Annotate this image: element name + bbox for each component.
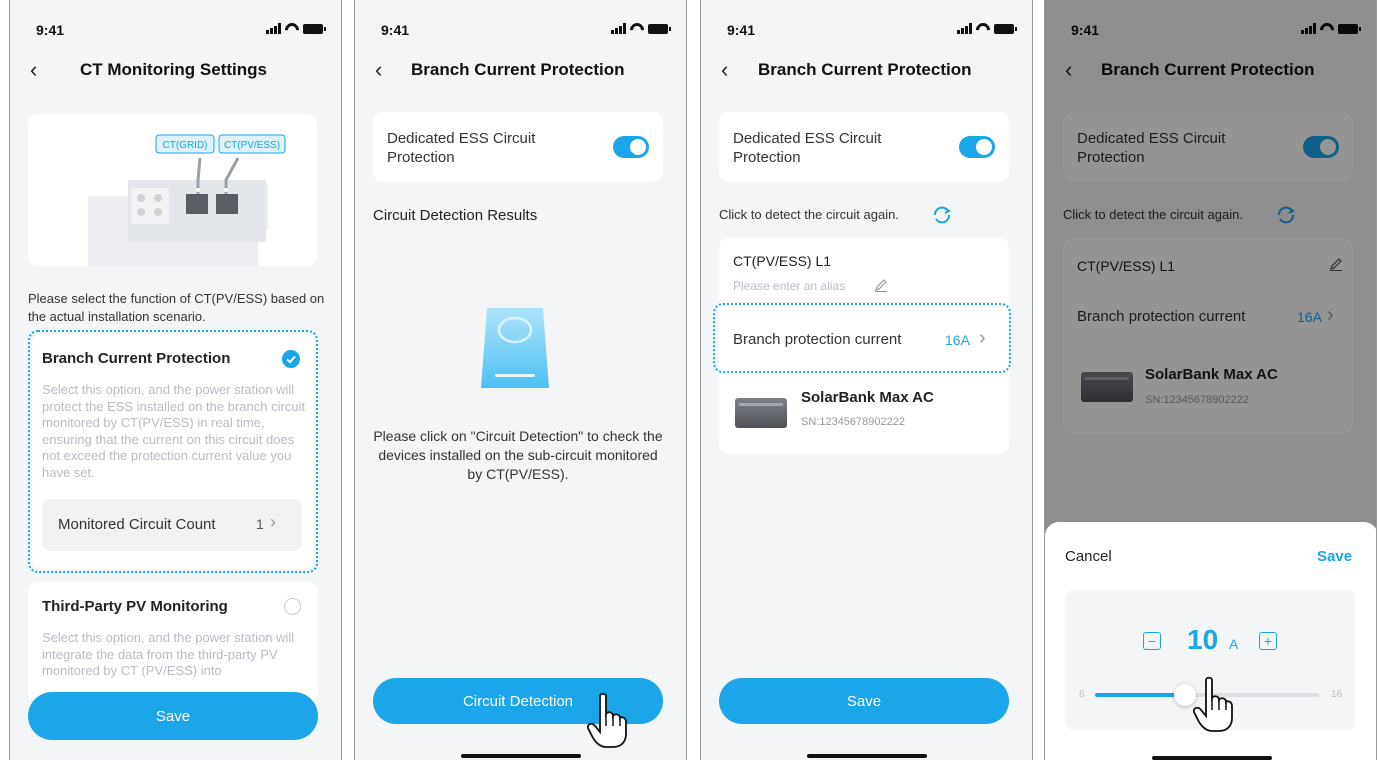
status-bar: 9:41 xyxy=(10,20,341,40)
signal-icon xyxy=(266,23,281,34)
status-time: 9:41 xyxy=(727,22,756,38)
wifi-icon xyxy=(285,23,299,34)
ct-name: CT(PV/ESS) L1 xyxy=(733,253,832,269)
screens-row: 9:41 ‹ CT Monitoring Settings CT(GRID) C… xyxy=(0,0,1378,760)
option-title: Third-Party PV Monitoring xyxy=(42,598,228,615)
save-button[interactable]: Save xyxy=(719,678,1009,724)
home-indicator xyxy=(1151,756,1272,760)
ct-pvess-label: CT(PV/ESS) xyxy=(224,140,280,151)
ess-protection-toggle[interactable] xyxy=(959,136,995,158)
decrement-icon[interactable]: − xyxy=(1143,632,1161,650)
empty-device-icon xyxy=(481,308,549,388)
toggle-label: Dedicated ESS Circuit Protection xyxy=(387,130,536,166)
toggle-label: Dedicated ESS Circuit Protection xyxy=(733,130,882,166)
battery-icon xyxy=(994,23,1017,34)
save-button[interactable]: Save xyxy=(1317,548,1352,565)
battery-icon xyxy=(648,23,671,34)
device-name: SolarBank Max AC xyxy=(801,389,934,406)
instruction-text: Please select the function of CT(PV/ESS)… xyxy=(28,291,325,324)
option-description: Select this option, and the power statio… xyxy=(42,630,295,679)
screen-ct-monitoring-settings: 9:41 ‹ CT Monitoring Settings CT(GRID) C… xyxy=(9,0,342,760)
slider-fill xyxy=(1095,693,1185,697)
hand-cursor-icon xyxy=(1193,676,1233,732)
status-icons xyxy=(266,23,326,34)
results-heading: Circuit Detection Results xyxy=(373,207,538,224)
nav-bar: ‹ Branch Current Protection xyxy=(355,58,686,84)
save-button[interactable]: Save xyxy=(28,692,318,740)
status-time: 9:41 xyxy=(36,22,65,38)
back-icon[interactable]: ‹ xyxy=(30,58,37,82)
highlight-outline xyxy=(713,303,1011,373)
page-title: Branch Current Protection xyxy=(411,60,625,79)
current-unit: A xyxy=(1229,636,1239,652)
device-sn: SN:12345678902222 xyxy=(801,416,905,428)
page-title: CT Monitoring Settings xyxy=(80,60,267,79)
status-bar: 9:41 xyxy=(701,20,1032,40)
cancel-button[interactable]: Cancel xyxy=(1065,548,1112,565)
battery-icon xyxy=(303,23,326,34)
ess-protection-toggle[interactable] xyxy=(613,136,649,158)
wifi-icon xyxy=(630,23,644,34)
status-icons xyxy=(611,23,671,34)
screen-branch-current-protection-detected: 9:41 ‹ Branch Current Protection Dedicat… xyxy=(700,0,1033,760)
dedicated-ess-protection-card: Dedicated ESS Circuit Protection xyxy=(719,112,1009,182)
nav-bar: ‹ CT Monitoring Settings xyxy=(10,58,341,84)
redetect-text[interactable]: Click to detect the circuit again. xyxy=(719,207,899,222)
slider-min-label: 6 xyxy=(1079,689,1085,700)
page-title: Branch Current Protection xyxy=(758,60,972,79)
signal-icon xyxy=(957,23,972,34)
status-time: 9:41 xyxy=(381,22,410,38)
hand-cursor-icon xyxy=(587,692,627,748)
monitored-circuit-label: Monitored Circuit Count xyxy=(58,516,216,533)
ct-diagram-card: CT(GRID) CT(PV/ESS) xyxy=(28,114,317,266)
status-icons xyxy=(957,23,1017,34)
alias-input[interactable]: Please enter an alias xyxy=(733,279,845,293)
signal-icon xyxy=(611,23,626,34)
option-third-party-pv-monitoring[interactable]: Third-Party PV Monitoring Select this op… xyxy=(28,582,318,702)
current-value: 10 xyxy=(1187,624,1219,655)
monitored-circuit-count-row[interactable]: Monitored Circuit Count 1 › xyxy=(42,499,302,551)
screen-branch-current-protection-empty: 9:41 ‹ Branch Current Protection Dedicat… xyxy=(354,0,687,760)
nav-bar: ‹ Branch Current Protection xyxy=(701,58,1032,84)
ct-grid-label: CT(GRID) xyxy=(163,140,208,151)
option-description: Select this option, and the power statio… xyxy=(42,382,306,480)
chevron-right-icon: › xyxy=(270,512,276,532)
status-bar: 9:41 xyxy=(355,20,686,40)
monitored-circuit-value: 1 xyxy=(256,516,264,532)
edit-pencil-icon[interactable] xyxy=(874,278,888,292)
option-title: Branch Current Protection xyxy=(42,350,231,367)
back-icon[interactable]: ‹ xyxy=(375,58,382,82)
screen-protection-current-picker: 9:41 ‹ Branch Current Protection Dedicat… xyxy=(1044,0,1377,760)
empty-state-text: Please click on "Circuit Detection" to c… xyxy=(373,428,663,482)
ct-diagram-illustration: CT(GRID) CT(PV/ESS) xyxy=(88,134,286,266)
refresh-icon[interactable] xyxy=(931,204,953,226)
home-indicator xyxy=(806,754,927,758)
slider-max-label: 16 xyxy=(1331,689,1343,700)
radio-unchecked-icon[interactable] xyxy=(284,598,301,615)
home-indicator xyxy=(460,754,581,758)
increment-icon[interactable]: + xyxy=(1259,632,1277,650)
dedicated-ess-protection-card: Dedicated ESS Circuit Protection xyxy=(373,112,663,182)
back-icon[interactable]: ‹ xyxy=(721,58,728,82)
check-circle-icon xyxy=(282,350,300,368)
wifi-icon xyxy=(976,23,990,34)
solarbank-device-image xyxy=(735,398,787,428)
option-branch-current-protection[interactable]: Branch Current Protection Select this op… xyxy=(32,334,314,569)
